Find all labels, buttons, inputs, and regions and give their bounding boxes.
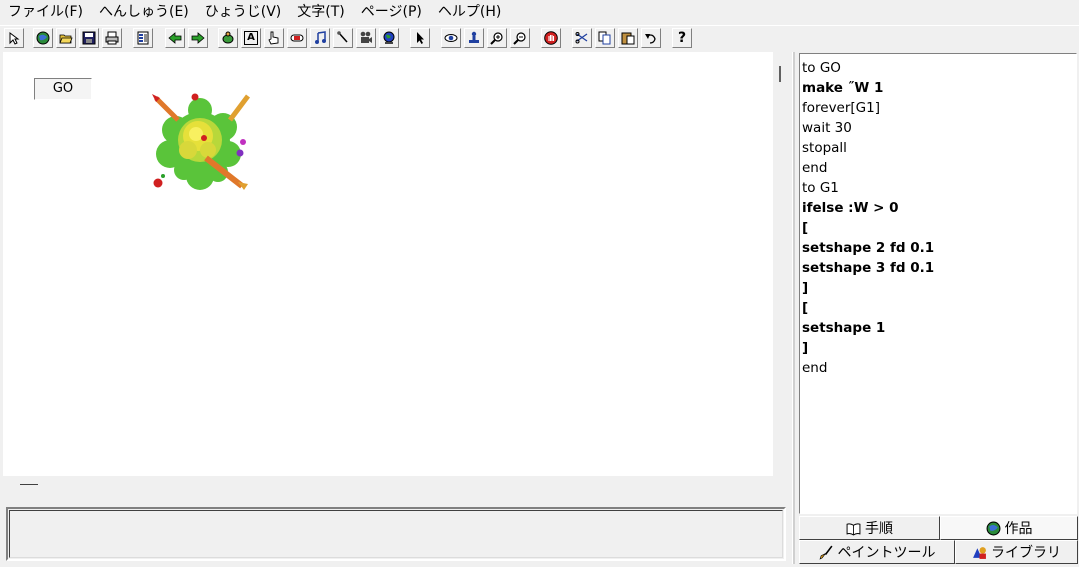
stamp-icon: [469, 31, 479, 43]
shapes-icon: [973, 546, 986, 559]
tab-works[interactable]: 作品: [940, 516, 1078, 540]
button-tool-button[interactable]: [264, 28, 284, 48]
explosion-turtle-sprite[interactable]: [148, 92, 252, 192]
open-button[interactable]: [56, 28, 76, 48]
stop-hand-icon: [544, 31, 558, 45]
paintbrush-icon: [819, 545, 832, 560]
menu-help[interactable]: ヘルプ(H): [430, 0, 509, 24]
arrow-icon: [9, 32, 20, 45]
code-line: ]: [802, 340, 809, 356]
select-tool-button[interactable]: [410, 28, 430, 48]
print-button[interactable]: [102, 28, 122, 48]
previous-page-button[interactable]: [165, 28, 185, 48]
code-line: end: [802, 360, 828, 376]
globe-icon: [36, 31, 50, 45]
code-line: forever[G1]: [802, 100, 881, 116]
code-line: end: [802, 160, 828, 176]
zoom-out-icon: [513, 32, 526, 45]
cut-button[interactable]: [572, 28, 592, 48]
help-button[interactable]: ?: [672, 28, 692, 48]
microphone-icon: [337, 31, 348, 43]
paste-button[interactable]: [618, 28, 638, 48]
eye-icon: [444, 34, 458, 42]
copy-button[interactable]: [595, 28, 615, 48]
movie-camera-icon: [360, 31, 372, 43]
panel-splitter[interactable]: [792, 52, 795, 564]
new-project-button[interactable]: [33, 28, 53, 48]
tab-procedures[interactable]: 手順: [799, 516, 940, 540]
code-line: setshape 1: [802, 320, 886, 336]
command-center-inner: [9, 510, 783, 558]
go-button[interactable]: GO: [34, 78, 92, 100]
scroll-thumb[interactable]: [779, 66, 781, 82]
cursor-arrow-icon: [417, 32, 424, 44]
code-line: to GO: [802, 60, 841, 76]
tab-paint-tool[interactable]: ペイントツール: [799, 540, 955, 564]
tab-library-label: ライブラリ: [991, 545, 1061, 561]
horizontal-scroll-indicator[interactable]: [20, 484, 38, 485]
zoom-in-button[interactable]: [487, 28, 507, 48]
menu-view[interactable]: ひょうじ(V): [197, 0, 290, 24]
page-canvas[interactable]: [3, 52, 773, 476]
procedures-editor[interactable]: to GO make ˝W 1 forever[G1] wait 30 stopall e…: [799, 53, 1077, 514]
slider-tool-button[interactable]: [287, 28, 307, 48]
globe-stand-icon: [383, 31, 395, 44]
pages-button[interactable]: [133, 28, 153, 48]
record-sound-button[interactable]: [333, 28, 353, 48]
code-line: make ˝W 1: [802, 80, 884, 96]
next-page-button[interactable]: [188, 28, 208, 48]
undo-icon: [645, 34, 656, 44]
code-line: [: [802, 300, 809, 316]
floppy-icon: [82, 31, 96, 45]
arrow-right-icon: [191, 32, 205, 44]
save-button[interactable]: [79, 28, 99, 48]
menu-page[interactable]: ページ(P): [353, 0, 430, 24]
stamp-tool-button[interactable]: [464, 28, 484, 48]
select-arrow-small-button[interactable]: [4, 28, 24, 48]
code-line: stopall: [802, 140, 847, 156]
menu-text[interactable]: 文字(T): [289, 0, 352, 24]
slider-icon: [290, 34, 304, 42]
music-note-icon: [315, 31, 326, 44]
code-line: ]: [802, 280, 809, 296]
music-button[interactable]: [310, 28, 330, 48]
hand-pointer-icon: [268, 31, 279, 45]
web-button[interactable]: [379, 28, 399, 48]
text-box-button[interactable]: A: [241, 28, 261, 48]
printer-icon: [105, 31, 119, 45]
page-list-icon: [137, 31, 149, 45]
text-box-icon: A: [244, 31, 258, 45]
command-center[interactable]: [6, 507, 786, 561]
tab-paint-tool-label: ペイントツール: [837, 545, 936, 561]
code-line: to G1: [802, 180, 839, 196]
tab-procedures-label: 手順: [865, 521, 893, 537]
tab-library[interactable]: ライブラリ: [955, 540, 1078, 564]
new-turtle-button[interactable]: [218, 28, 238, 48]
scissors-icon: [575, 32, 588, 44]
code-line: setshape 3 fd 0.1: [802, 260, 935, 276]
clipboard-icon: [621, 32, 635, 45]
arrow-left-icon: [168, 32, 182, 44]
video-button[interactable]: [356, 28, 376, 48]
stop-all-button[interactable]: [541, 28, 561, 48]
folder-open-icon: [59, 34, 73, 44]
copy-icon: [598, 31, 611, 45]
undo-button[interactable]: [641, 28, 661, 48]
toolbar: A ?: [0, 25, 1079, 52]
book-icon: [846, 522, 861, 536]
tab-works-label: 作品: [1004, 521, 1033, 537]
code-line: ifelse :W > 0: [802, 200, 899, 216]
code-line: [: [802, 220, 809, 236]
code-line: setshape 2 fd 0.1: [802, 240, 935, 256]
code-line: wait 30: [802, 120, 852, 136]
globe-icon: [986, 521, 1000, 535]
zoom-out-button[interactable]: [510, 28, 530, 48]
menu-edit[interactable]: へんしゅう(E): [91, 0, 197, 24]
menu-file[interactable]: ファイル(F): [0, 0, 91, 24]
eye-tool-button[interactable]: [441, 28, 461, 48]
zoom-in-icon: [490, 32, 503, 45]
turtle-icon: [222, 31, 234, 44]
menu-bar: ファイル(F) へんしゅう(E) ひょうじ(V) 文字(T) ページ(P) ヘル…: [0, 0, 1079, 24]
question-mark-icon: ?: [677, 30, 687, 46]
